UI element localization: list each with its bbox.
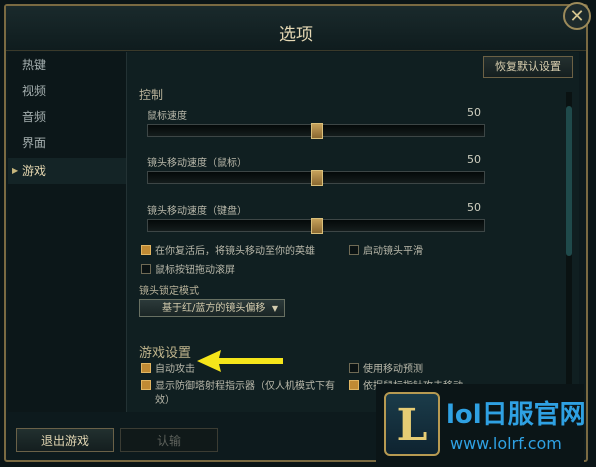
checkbox-move-camera-on-respawn[interactable] (141, 245, 151, 255)
slider-thumb[interactable] (311, 218, 323, 234)
sidebar-item-interface[interactable]: 界面 (8, 130, 126, 156)
slider-value-mouse-speed: 50 (467, 106, 481, 119)
surrender-button[interactable]: 认输 (120, 428, 218, 452)
lol-logo-icon: L (384, 392, 440, 456)
sidebar-item-video[interactable]: 视频 (8, 78, 126, 104)
reset-defaults-button[interactable]: 恢复默认设置 (483, 56, 573, 78)
watermark-logo: L lol日服官网 www.lolrf.com (376, 384, 586, 464)
watermark-title: lol日服官网 (446, 400, 586, 430)
checkbox-movement-prediction[interactable] (349, 363, 359, 373)
slider-camera-mouse[interactable] (147, 170, 485, 186)
camera-lock-label: 镜头锁定模式 (139, 286, 199, 297)
section-title-control: 控制 (139, 88, 164, 102)
slider-value-camera-mouse: 50 (467, 153, 481, 166)
slider-label-camera-mouse: 镜头移动速度（鼠标） (147, 158, 247, 169)
section-title-game: 游戏设置 (139, 346, 192, 361)
label-mouse-drag-scroll: 鼠标按钮拖动滚屏 (155, 265, 235, 276)
checkbox-auto-attack[interactable] (141, 363, 151, 373)
close-button[interactable]: ✕ (563, 2, 591, 30)
slider-value-camera-keyboard: 50 (467, 201, 481, 214)
slider-mouse-speed[interactable] (147, 123, 485, 139)
camera-lock-dropdown[interactable]: 基于红/蓝方的镜头偏移 ▼ (139, 299, 285, 317)
sidebar-item-hotkeys[interactable]: 热键 (8, 52, 126, 78)
label-auto-attack: 自动攻击 (155, 364, 195, 375)
slider-thumb[interactable] (311, 170, 323, 186)
label-movement-prediction: 使用移动预测 (363, 364, 423, 375)
label-move-camera-on-respawn: 在你复活后，将镜头移动至你的英雄 (155, 246, 315, 257)
checkbox-mouse-drag-scroll[interactable] (141, 264, 151, 274)
watermark-url: www.lolrf.com (450, 434, 562, 453)
slider-thumb[interactable] (311, 123, 323, 139)
window-title: 选项 (279, 25, 313, 45)
sidebar-item-audio[interactable]: 音频 (8, 104, 126, 130)
checkbox-attack-move-cursor[interactable] (349, 380, 359, 390)
chevron-down-icon: ▼ (271, 304, 278, 313)
slider-label-mouse-speed: 鼠标速度 (147, 111, 187, 122)
scrollbar-thumb[interactable] (566, 106, 572, 256)
close-icon: ✕ (569, 6, 585, 27)
scrollbar[interactable] (566, 92, 572, 408)
slider-camera-keyboard[interactable] (147, 218, 485, 234)
title-bar: 选项 (6, 6, 586, 51)
sidebar: 热键 视频 音频 界面 ▶ 游戏 (8, 52, 126, 412)
label-camera-smoothing: 启动镜头平滑 (363, 246, 423, 257)
sidebar-item-game[interactable]: ▶ 游戏 (8, 158, 126, 184)
checkbox-tower-range[interactable] (141, 380, 151, 390)
settings-panel: 恢复默认设置 控制 鼠标速度 50 镜头移动速度（鼠标） 50 镜头移动速度（键… (126, 52, 579, 412)
yellow-arrow-icon (195, 346, 285, 380)
checkbox-camera-smoothing[interactable] (349, 245, 359, 255)
exit-game-button[interactable]: 退出游戏 (16, 428, 114, 452)
selected-arrow-icon: ▶ (12, 166, 19, 175)
slider-label-camera-keyboard: 镜头移动速度（键盘） (147, 206, 247, 217)
label-tower-range-cont: 效） (155, 395, 175, 406)
